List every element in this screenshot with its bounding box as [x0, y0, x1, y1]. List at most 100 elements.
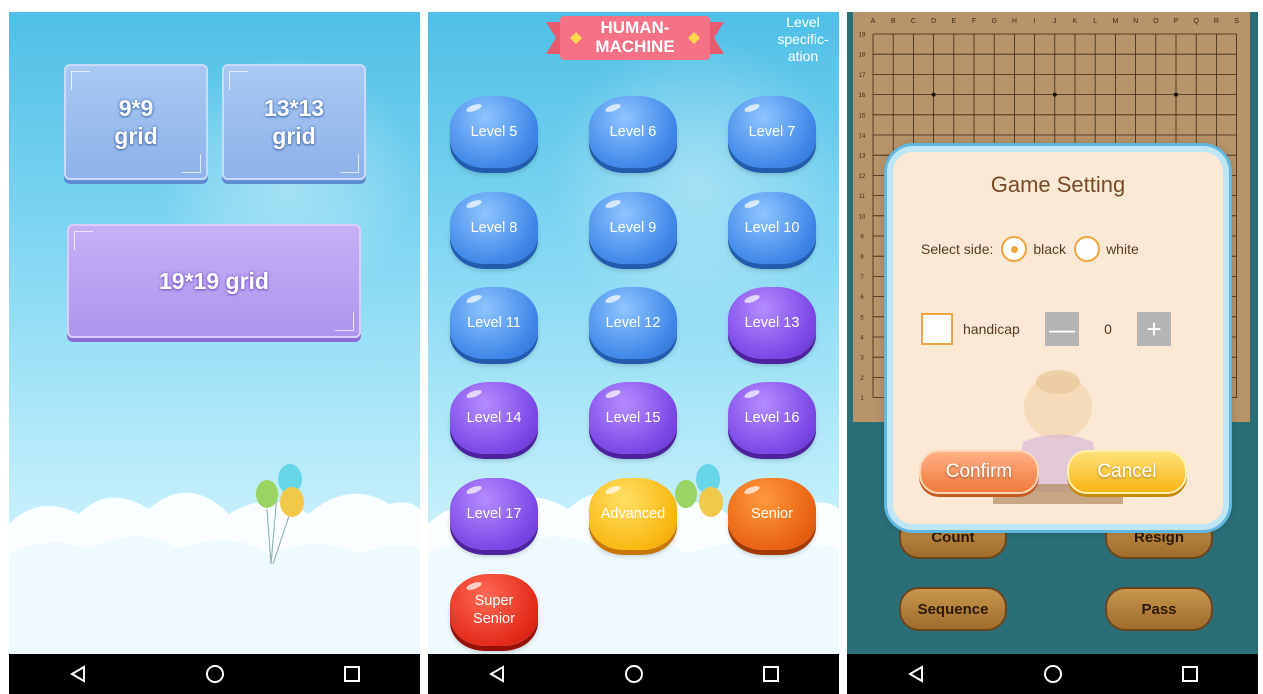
level-10-button[interactable]: Level 10: [728, 192, 816, 264]
plus-icon: +: [1146, 314, 1162, 344]
corner-ornament: [182, 154, 201, 173]
level-label: Senior: [751, 506, 793, 522]
grid-13x13-button[interactable]: 13*13 grid: [222, 64, 366, 180]
board-row-label: 18: [859, 53, 866, 59]
back-triangle-icon[interactable]: [58, 659, 98, 689]
level-label: Level 10: [744, 220, 800, 236]
board-row-label: 19: [859, 33, 866, 39]
board-column-label: N: [1133, 18, 1138, 25]
level-specification-link[interactable]: Level specific-ation: [773, 14, 833, 65]
level-17-button[interactable]: Level 17: [450, 478, 538, 550]
level-15-button[interactable]: Level 15: [589, 382, 677, 454]
sequence-label: Sequence: [917, 600, 989, 618]
board-row-label: 16: [859, 93, 866, 99]
recents-square-icon[interactable]: [751, 659, 791, 689]
pass-button[interactable]: Pass: [1105, 587, 1213, 631]
level-7-button[interactable]: Level 7: [728, 96, 816, 168]
resign-label: Resign: [1133, 528, 1184, 546]
board-row-label: 1: [860, 396, 864, 402]
sky-glow: [548, 32, 839, 332]
level-14-button[interactable]: Level 14: [450, 382, 538, 454]
level-11-button[interactable]: Level 11: [450, 287, 538, 359]
board-row-label: 8: [860, 255, 864, 261]
level-5-button[interactable]: Level 5: [450, 96, 538, 168]
corner-ornament: [71, 71, 90, 90]
handicap-value: 0: [1104, 321, 1112, 337]
level-label: Level 6: [609, 124, 657, 140]
board-column-label: H: [1012, 18, 1017, 25]
handicap-checkbox[interactable]: [921, 313, 953, 345]
board-row-label: 10: [859, 214, 866, 220]
grid-19x19-label: 19*19 grid: [159, 268, 269, 294]
level-16-button[interactable]: Level 16: [728, 382, 816, 454]
banner-title: HUMAN- MACHINE: [595, 18, 675, 56]
board-column-label: L: [1093, 18, 1097, 25]
white-radio[interactable]: [1074, 236, 1101, 262]
level-label: Level 7: [748, 124, 796, 140]
board-column-label: O: [1153, 18, 1159, 25]
level-label: Level 14: [466, 410, 522, 426]
black-label: black: [1033, 241, 1067, 257]
level-8-button[interactable]: Level 8: [450, 192, 538, 264]
level-12-button[interactable]: Level 12: [589, 287, 677, 359]
game-board-screen: A 19 B 18 C 17 D 16 E 15 F 14 G 13 H 12 I 11 J 10 K 9 L 8 M 7 N 6 O 5…: [847, 12, 1258, 694]
grid-19x19-button[interactable]: 19*19 grid: [67, 224, 361, 338]
home-circle-icon[interactable]: [614, 659, 654, 689]
pass-label: Pass: [1141, 600, 1177, 618]
board-row-label: 14: [859, 134, 866, 140]
level-label: Super Senior: [473, 593, 515, 627]
advanced-button[interactable]: Advanced: [589, 478, 677, 550]
level-label: Level 13: [744, 315, 800, 331]
board-row-label: 9: [860, 235, 864, 241]
star-point: [1174, 92, 1178, 97]
cloud-scenery: [9, 464, 420, 654]
level-label: Level 8: [470, 220, 518, 236]
level-label: Advanced: [600, 506, 666, 522]
select-side-label: Select side:: [921, 241, 994, 257]
level-label: Level 16: [744, 410, 800, 426]
dialog-title: Game Setting: [990, 172, 1126, 197]
grid-9x9-button[interactable]: 9*9 grid: [64, 64, 208, 180]
level-6-button[interactable]: Level 6: [589, 96, 677, 168]
board-row-label: 2: [860, 376, 864, 382]
board-row-label: 13: [859, 154, 866, 160]
back-triangle-icon[interactable]: [477, 659, 517, 689]
level-label: Level 15: [605, 410, 661, 426]
handicap-plus-button[interactable]: +: [1137, 312, 1171, 346]
board-column-label: A: [871, 18, 876, 25]
board-row-label: 12: [859, 174, 866, 180]
super-senior-button[interactable]: Super Senior: [450, 574, 538, 646]
handicap-minus-button[interactable]: —: [1045, 312, 1079, 346]
select-side-row: Select side: black white: [921, 236, 1139, 262]
cancel-button[interactable]: Cancel: [1067, 450, 1187, 494]
handicap-label: handicap: [963, 321, 1020, 337]
black-radio[interactable]: [1001, 236, 1028, 262]
minus-icon: —: [1049, 314, 1075, 344]
level-label: Level 17: [466, 506, 522, 522]
level-9-button[interactable]: Level 9: [589, 192, 677, 264]
corner-ornament: [340, 154, 359, 173]
sequence-button[interactable]: Sequence: [899, 587, 1007, 631]
board-row-label: 7: [860, 275, 864, 281]
back-triangle-icon[interactable]: [896, 659, 936, 689]
board-column-label: F: [972, 18, 976, 25]
level-label: Level 5: [470, 124, 518, 140]
confirm-button[interactable]: Confirm: [919, 450, 1039, 494]
star-point: [931, 92, 936, 97]
cancel-label: Cancel: [1097, 461, 1157, 482]
senior-button[interactable]: Senior: [728, 478, 816, 550]
board-column-label: D: [931, 18, 936, 25]
home-circle-icon[interactable]: [1033, 659, 1073, 689]
board-column-label: P: [1174, 18, 1179, 25]
recents-square-icon[interactable]: [1170, 659, 1210, 689]
system-nav-bar: [9, 654, 420, 694]
level-13-button[interactable]: Level 13: [728, 287, 816, 359]
home-circle-icon[interactable]: [195, 659, 235, 689]
board-column-label: I: [1034, 18, 1036, 25]
board-column-label: C: [911, 18, 916, 25]
board-row-label: 6: [860, 295, 864, 301]
board-column-label: B: [891, 18, 896, 25]
recents-square-icon[interactable]: [332, 659, 372, 689]
board-row-label: 17: [859, 73, 866, 79]
system-nav-bar: [428, 654, 839, 694]
